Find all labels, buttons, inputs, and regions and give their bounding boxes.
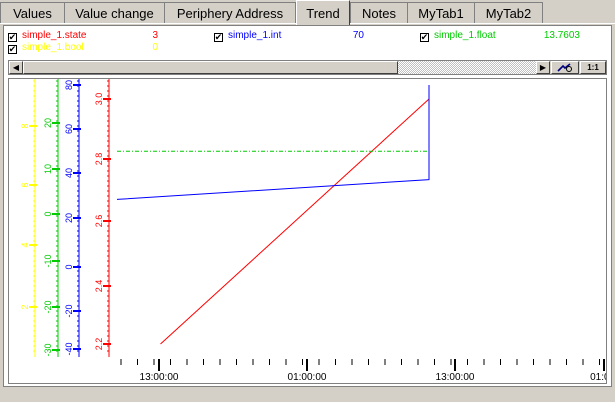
tab-values[interactable]: Values <box>0 2 65 23</box>
legend-item[interactable]: ✔ simple_1.float 13.7603 <box>420 30 610 44</box>
y-axis-tick-label: 20 <box>64 213 74 223</box>
tab-mytab2[interactable]: MyTab2 <box>474 2 543 23</box>
x-axis-tick-label: 01:00:00 <box>288 372 327 383</box>
legend-value: 13.7603 <box>543 30 580 41</box>
y-axis-tick-label: 80 <box>64 80 74 90</box>
ratio-button[interactable]: 1:1 <box>580 61 606 74</box>
scroll-left-button[interactable]: ◀ <box>9 61 23 74</box>
legend-checkbox[interactable]: ✔ <box>420 32 429 42</box>
y-axis-tick-label: 0 <box>64 264 74 269</box>
arrow-right-icon: ▶ <box>539 63 547 72</box>
tab-bar: Values Value change Periphery Address Tr… <box>0 0 615 26</box>
y-axis-tick-label: -40 <box>64 342 74 355</box>
tab-mytab1[interactable]: MyTab1 <box>407 2 475 23</box>
x-axis-tick-label: 13:00:00 <box>436 372 475 383</box>
tab-trend[interactable]: Trend <box>296 0 350 25</box>
time-scrollbar-thumb[interactable] <box>23 61 398 74</box>
scroll-right-button[interactable]: ▶ <box>536 61 550 74</box>
legend-name: simple_1.int <box>228 30 282 41</box>
legend-value: 0 <box>152 42 158 53</box>
y-axis-tick-label: 3.0 <box>94 93 104 106</box>
y-axis-tick-label: -30 <box>43 343 53 356</box>
trend-toolbar: ◀ ▶ 1:1 <box>8 60 607 75</box>
y-axis-tick-label: 0 <box>43 211 53 216</box>
tab-label: Periphery Address <box>176 5 284 21</box>
tab-value-change[interactable]: Value change <box>64 2 165 23</box>
y-axis-tick-label: 40 <box>64 168 74 178</box>
x-axis-tick-label: 01:00: <box>590 372 606 383</box>
series-line <box>160 98 430 345</box>
tab-label: Values <box>13 5 52 21</box>
legend-checkbox[interactable]: ✔ <box>8 44 17 54</box>
arrow-left-icon: ◀ <box>12 63 20 72</box>
y-axis-tick-label: 4 <box>20 242 30 247</box>
legend-name: simple_1.state <box>22 30 87 41</box>
y-axis-tick-label: -20 <box>43 300 53 313</box>
legend-item[interactable]: ✔ simple_1.bool 0 <box>8 42 208 56</box>
y-axis-tick-label: 8 <box>20 123 30 128</box>
y-axis-tick-label: 10 <box>43 164 53 174</box>
ratio-label: 1:1 <box>587 63 599 72</box>
y-axis-tick-label: -20 <box>64 304 74 317</box>
zoom-icon <box>557 62 572 72</box>
y-axis-tick-label: 60 <box>64 124 74 134</box>
status-bar <box>0 389 615 402</box>
y-axis-tick-label: 2.8 <box>94 153 104 166</box>
legend-value: 70 <box>352 30 364 41</box>
tab-label: Trend <box>306 5 340 21</box>
y-axis-tick-label: 2.4 <box>94 280 104 293</box>
y-axis-tick-label: 2 <box>20 304 30 309</box>
zoom-button[interactable] <box>551 61 579 74</box>
y-axis-tick-label: 2.6 <box>94 215 104 228</box>
trend-chart[interactable]: 8 6 4 2 20 10 0 -10 -20 -30 80 60 40 20 0 -20 -40 3.0 2.8 2… <box>8 78 615 384</box>
tab-label: Value change <box>75 5 154 21</box>
y-axis-tick-label: 2.2 <box>94 338 104 351</box>
tab-label: Notes <box>362 5 396 21</box>
trend-chart-svg: 8 6 4 2 20 10 0 -10 -20 -30 80 60 40 20 0 -20 -40 3.0 2.8 2… <box>20 79 615 383</box>
legend-checkbox[interactable]: ✔ <box>214 32 223 42</box>
tab-label: MyTab2 <box>485 5 532 21</box>
legend-checkbox[interactable]: ✔ <box>8 32 17 42</box>
y-axis-tick-label: -10 <box>43 254 53 267</box>
y-axis-tick-label: 6 <box>20 182 30 187</box>
tab-label: MyTab1 <box>418 5 464 21</box>
tab-notes[interactable]: Notes <box>350 2 408 23</box>
legend-item[interactable]: ✔ simple_1.int 70 <box>214 30 414 44</box>
x-axis-tick-label: 13:00:00 <box>140 372 179 383</box>
legend-name: simple_1.bool <box>22 42 84 53</box>
legend-value: 3 <box>152 30 158 41</box>
y-axis-tick-label: 20 <box>43 118 53 128</box>
trend-panel: ✔ simple_1.state 3 ✔ simple_1.int 70 ✔ s… <box>3 25 615 387</box>
tab-periphery-address[interactable]: Periphery Address <box>164 2 296 23</box>
legend-name: simple_1.float <box>434 30 496 41</box>
